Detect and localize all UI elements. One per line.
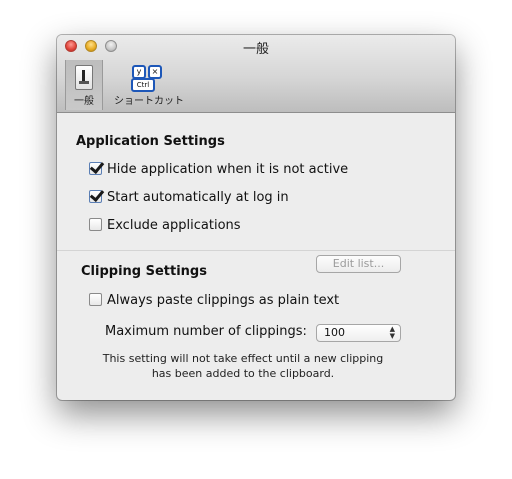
exclude-applications-label: Exclude applications	[107, 218, 241, 233]
max-clippings-value: 100	[324, 326, 345, 339]
keyboard-ctrl-key-icon: Ctrl	[131, 78, 155, 92]
max-clippings-label: Maximum number of clippings:	[105, 324, 307, 339]
window-title: 一般	[242, 42, 269, 57]
preferences-content: Application Settings Hide application wh…	[57, 113, 455, 400]
max-clippings-select[interactable]: 100 ▲ ▼	[316, 324, 401, 342]
edit-list-button[interactable]: Edit list...	[316, 255, 401, 273]
toolbar-tab-shortcut-label: ショートカット	[114, 96, 184, 107]
toolbar-tab-general-label: 一般	[74, 96, 94, 107]
plain-text-label: Always paste clippings as plain text	[107, 293, 340, 308]
toolbar-tab-shortcut[interactable]: y × Ctrl ショートカット	[111, 60, 187, 110]
keyboard-key-icon: ×	[148, 65, 162, 79]
select-updown-arrows-icon: ▲ ▼	[389, 325, 395, 340]
exclude-applications-row[interactable]: Exclude applications	[89, 218, 241, 233]
toolbar-tab-general[interactable]: 一般	[65, 60, 103, 110]
plain-text-checkbox[interactable]	[89, 293, 102, 306]
clipping-settings-heading: Clipping Settings	[81, 264, 207, 279]
start-at-login-row[interactable]: Start automatically at log in	[89, 190, 289, 205]
plain-text-row[interactable]: Always paste clippings as plain text	[89, 293, 339, 308]
hide-when-inactive-row[interactable]: Hide application when it is not active	[89, 162, 348, 177]
preferences-window: 一般 一般 y × Ctrl ショートカット Application Setti…	[57, 35, 455, 400]
general-switch-icon	[75, 65, 93, 90]
application-settings-heading: Application Settings	[76, 134, 225, 149]
keyboard-key-icon: y	[132, 65, 146, 79]
window-toolbar: 一般 一般 y × Ctrl ショートカット	[57, 35, 455, 113]
section-divider	[57, 250, 455, 251]
max-clippings-note: This setting will not take effect until …	[102, 352, 384, 380]
start-at-login-label: Start automatically at log in	[107, 190, 289, 205]
hide-when-inactive-label: Hide application when it is not active	[107, 162, 349, 177]
exclude-applications-checkbox[interactable]	[89, 218, 102, 231]
hide-when-inactive-checkbox[interactable]	[89, 162, 102, 175]
start-at-login-checkbox[interactable]	[89, 190, 102, 203]
